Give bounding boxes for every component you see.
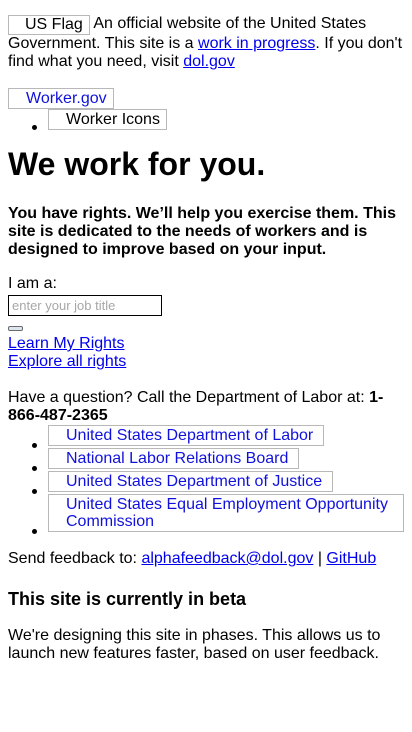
feedback-email-link[interactable]: alphafeedback@dol.gov	[141, 550, 313, 567]
agency-logo-alt: National Labor Relations Board	[66, 450, 289, 467]
worker-gov-logo[interactable]: Worker.gov	[8, 88, 114, 109]
worker-icons-image: Worker Icons	[48, 109, 167, 130]
agency-logo-alt: United States Department of Labor	[66, 427, 314, 444]
job-title-form: I am a: Learn My Rights Explore all righ…	[8, 275, 404, 371]
work-in-progress-link[interactable]: work in progress	[198, 35, 315, 52]
us-flag-alt: US Flag	[25, 16, 83, 33]
dol-gov-link[interactable]: dol.gov	[183, 53, 235, 70]
hero-lede: You have rights. We’ll help you exercise…	[8, 205, 396, 258]
agency-logo-dol[interactable]: United States Department of Labor	[48, 425, 325, 446]
agency-logo-eeoc[interactable]: United States Equal Employment Opportuni…	[48, 494, 404, 532]
feedback-line: Send feedback to: alphafeedback@dol.gov …	[8, 550, 404, 568]
agency-item: National Labor Relations Board	[32, 448, 404, 471]
nav-item: Worker Icons	[32, 109, 404, 130]
agency-item: United States Equal Employment Opportuni…	[32, 494, 404, 534]
job-title-input[interactable]	[8, 295, 162, 316]
feedback-separator: |	[317, 550, 322, 567]
learn-my-rights-link[interactable]: Learn My Rights	[8, 335, 404, 353]
agency-item: United States Department of Labor	[32, 425, 404, 448]
github-link[interactable]: GitHub	[326, 550, 376, 567]
feedback-label: Send feedback to:	[8, 550, 137, 567]
agency-item: United States Department of Justice	[32, 471, 404, 494]
job-title-label: I am a:	[8, 275, 57, 292]
worker-icons-alt: Worker Icons	[66, 111, 160, 128]
agency-logo-alt: United States Equal Employment Opportuni…	[66, 496, 388, 530]
agency-logo-nlrb[interactable]: National Labor Relations Board	[48, 448, 300, 469]
page-title: We work for you.	[8, 146, 266, 182]
official-banner: US Flag An official website of the Unite…	[8, 0, 404, 71]
site-header: Worker.gov	[8, 88, 404, 109]
us-flag-icon: US Flag	[8, 15, 90, 35]
agency-list: United States Department of Labor Nation…	[8, 425, 404, 534]
main-nav: Worker Icons	[8, 109, 404, 130]
job-title-submit-button[interactable]	[8, 326, 23, 331]
explore-all-rights-link[interactable]: Explore all rights	[8, 353, 404, 371]
worker-gov-logo-alt: Worker.gov	[26, 90, 107, 107]
beta-heading: This site is currently in beta	[8, 589, 247, 609]
agency-logo-alt: United States Department of Justice	[66, 473, 323, 490]
question-text: Have a question? Call the Department of …	[8, 389, 404, 425]
agency-logo-doj[interactable]: United States Department of Justice	[48, 471, 334, 492]
question-label: Have a question? Call the Department of …	[8, 389, 365, 406]
beta-description: We're designing this site in phases. Thi…	[8, 627, 381, 662]
